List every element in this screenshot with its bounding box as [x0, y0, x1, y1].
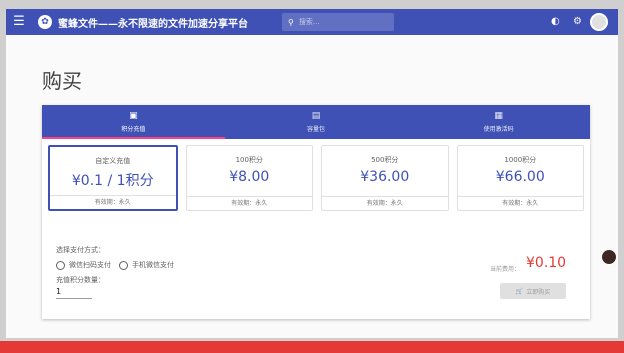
payment-method-label: 选择支付方式： [56, 246, 105, 254]
app-window: ☰ ✿ 蜜蜂文件——永不限速的文件加速分享平台 ⚲ ◐ ⚙ 购买 ▣ 积分充值 … [6, 9, 618, 338]
package-1000[interactable]: 1000积分 ¥66.00 有效期：永久 [456, 145, 584, 211]
tab-label: 使用激活码 [483, 126, 514, 133]
cart-icon: 🛒 [515, 287, 524, 295]
app-bar: ☰ ✿ 蜜蜂文件——永不限速的文件加速分享平台 ⚲ ◐ ⚙ [6, 9, 618, 35]
package-validity: 有效期：永久 [322, 196, 448, 210]
package-validity: 有效期：永久 [50, 195, 176, 209]
package-custom[interactable]: 自定义充值 ¥0.1 / 1积分 有效期：永久 [48, 145, 178, 211]
tab-points-recharge[interactable]: ▣ 积分充值 [42, 105, 225, 139]
package-price: ¥36.00 [360, 169, 410, 185]
search-icon: ⚲ [288, 17, 294, 27]
package-500[interactable]: 500积分 ¥36.00 有效期：永久 [321, 145, 449, 211]
quantity-input[interactable] [56, 287, 92, 299]
user-avatar[interactable] [590, 13, 608, 31]
quantity-label: 充值积分数量： [56, 276, 105, 284]
page-title: 购买 [42, 69, 82, 93]
wallet-icon: ▣ [129, 111, 138, 121]
payment-option-label: 微信扫码支付 [69, 261, 111, 269]
bee-logo-icon: ✿ [38, 15, 52, 29]
cost-value: ¥0.10 [526, 255, 567, 271]
floating-chat-avatar[interactable] [601, 249, 617, 265]
search-input[interactable] [298, 18, 379, 26]
ticket-icon: ▦ [494, 111, 503, 121]
bottom-bar [0, 341, 624, 353]
menu-icon[interactable]: ☰ [6, 9, 32, 35]
package-validity: 有效期：永久 [186, 196, 312, 210]
gear-icon[interactable]: ⚙ [573, 14, 582, 30]
buy-now-button[interactable]: 🛒 立即购买 [500, 283, 566, 299]
package-validity: 有效期：永久 [457, 196, 583, 210]
payment-options: 微信扫码支付 手机微信支付 [56, 260, 174, 270]
package-name: 自定义充值 [95, 157, 131, 165]
purchase-card: ▣ 积分充值 ▤ 容量包 ▦ 使用激活码 自定义充值 ¥0.1 / 1积分 有效… [42, 105, 590, 319]
package-name: 500积分 [371, 156, 399, 164]
tab-activation-code[interactable]: ▦ 使用激活码 [407, 105, 590, 139]
purchase-tabs: ▣ 积分充值 ▤ 容量包 ▦ 使用激活码 [42, 105, 590, 139]
tab-label: 容量包 [307, 126, 326, 133]
storage-icon: ▤ [311, 111, 321, 121]
tab-storage-pack[interactable]: ▤ 容量包 [225, 105, 408, 139]
tab-label: 积分充值 [121, 126, 146, 133]
package-100[interactable]: 100积分 ¥8.00 有效期：永久 [185, 145, 313, 211]
theme-toggle-icon[interactable]: ◐ [551, 14, 560, 30]
package-price: ¥0.1 / 1积分 [71, 173, 154, 189]
package-price: ¥8.00 [229, 169, 270, 185]
payment-option-label: 手机微信支付 [132, 261, 174, 269]
package-name: 100积分 [235, 156, 263, 164]
package-list: 自定义充值 ¥0.1 / 1积分 有效期：永久 100积分 ¥8.00 有效期：… [48, 145, 584, 211]
package-name: 1000积分 [504, 156, 537, 164]
buy-button-label: 立即购买 [526, 288, 551, 296]
cost-label: 当前费用： [490, 266, 521, 273]
wechat-qr-radio[interactable] [56, 260, 65, 270]
wechat-mobile-radio[interactable] [119, 260, 128, 270]
app-title: 蜜蜂文件——永不限速的文件加速分享平台 [58, 18, 248, 30]
package-price: ¥66.00 [495, 169, 545, 185]
search-box[interactable]: ⚲ [282, 13, 394, 31]
